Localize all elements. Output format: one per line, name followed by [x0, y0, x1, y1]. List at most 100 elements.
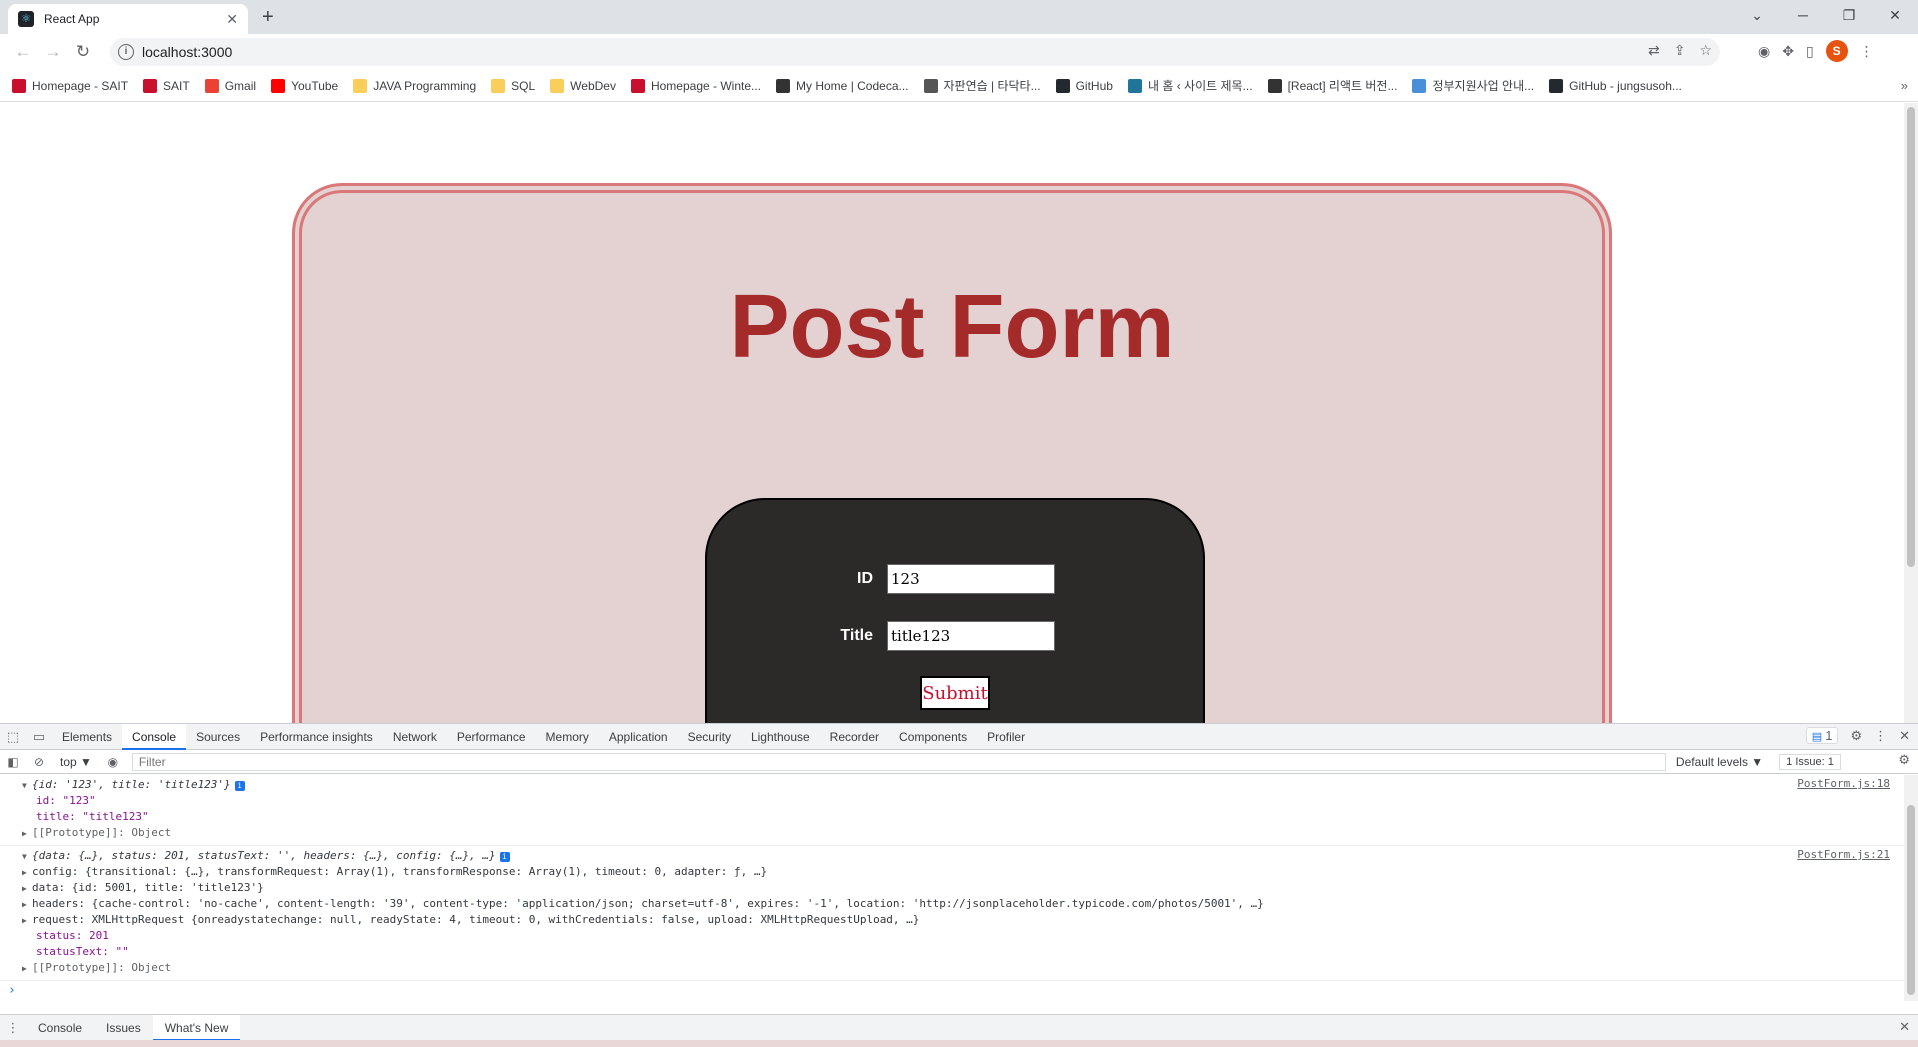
address-bar[interactable]: i localhost:3000 ⇄ ⇪ ☆ — [110, 38, 1720, 66]
clear-console-icon[interactable]: ⊘ — [26, 755, 52, 769]
expand-triangle-icon[interactable]: ▼ — [22, 778, 32, 794]
drawer-tab-console[interactable]: Console — [26, 1015, 94, 1041]
collapsed-triangle-icon[interactable]: ▶ — [22, 897, 32, 913]
back-icon[interactable]: ← — [8, 42, 38, 62]
console-scrollbar-thumb[interactable] — [1907, 805, 1915, 995]
page-scrollbar-thumb[interactable] — [1907, 107, 1915, 567]
sidebar-toggle-icon[interactable]: ◧ — [0, 755, 26, 769]
devtools-tab-recorder[interactable]: Recorder — [820, 724, 889, 750]
log-property[interactable]: ▶ [[Prototype]]: Object — [22, 825, 1904, 841]
bookmark-item[interactable]: WebDev — [550, 78, 616, 93]
log-property[interactable]: ▶ data: {id: 5001, title: 'title123'} — [22, 880, 1904, 896]
inspect-element-icon[interactable]: ⬚ — [0, 729, 26, 745]
console-settings-icon[interactable]: ⚙ — [1898, 752, 1910, 768]
site-info-icon[interactable]: i — [118, 44, 134, 60]
forward-icon[interactable]: → — [38, 42, 68, 62]
collapsed-triangle-icon[interactable]: ▶ — [22, 913, 32, 929]
devtools-tab-security[interactable]: Security — [678, 724, 741, 750]
devtools-tab-sources[interactable]: Sources — [186, 724, 250, 750]
id-input[interactable] — [887, 564, 1055, 594]
devtools-tabs: ⬚ ▭ Elements Console Sources Performance in… — [0, 723, 1918, 750]
bookmark-item[interactable]: 자판연습 | 타닥타... — [923, 77, 1041, 94]
close-devtools-icon[interactable]: ✕ — [1899, 728, 1910, 744]
collapsed-triangle-icon[interactable]: ▶ — [22, 881, 32, 897]
devtools-tab-performance-insights[interactable]: Performance insights — [250, 724, 383, 750]
bookmark-item[interactable]: Homepage - Winte... — [630, 78, 761, 93]
log-property[interactable]: ▶ [[Prototype]]: Object — [22, 960, 1904, 976]
tab-search-icon[interactable]: ⌄ — [1734, 0, 1780, 30]
url-text[interactable]: localhost:3000 — [142, 44, 232, 60]
log-source-link[interactable]: PostForm.js:21 — [1797, 848, 1890, 861]
side-panel-icon[interactable]: ▯ — [1806, 43, 1814, 60]
message-count-badge[interactable]: ▤ 1 — [1805, 727, 1839, 744]
context-selector[interactable]: top ▼ — [60, 755, 92, 769]
devtools-tab-console[interactable]: Console — [122, 723, 187, 750]
drawer-tab-what-s-new[interactable]: What's New — [152, 1014, 241, 1041]
bookmark-item[interactable]: SQL — [491, 78, 535, 93]
devtools-tab-application[interactable]: Application — [599, 724, 678, 750]
close-window-button[interactable]: ✕ — [1872, 0, 1918, 30]
console-filter-input[interactable] — [131, 752, 1666, 771]
youtube-icon — [271, 78, 286, 93]
minimize-button[interactable]: ─ — [1780, 0, 1826, 30]
close-tab-icon[interactable]: ✕ — [226, 11, 238, 28]
translate-icon[interactable]: ⇄ — [1648, 42, 1660, 59]
title-input[interactable] — [887, 621, 1055, 651]
devtools-menu-icon[interactable]: ⋮ — [1874, 728, 1887, 744]
close-drawer-icon[interactable]: ✕ — [1899, 1019, 1910, 1035]
collapsed-triangle-icon[interactable]: ▶ — [22, 865, 32, 881]
restore-button[interactable]: ❐ — [1826, 0, 1872, 30]
reload-icon[interactable]: ↻ — [68, 42, 98, 62]
devtools-actions: ▤ 1 ⚙ ⋮ ✕ — [1805, 727, 1910, 744]
bookmark-star-icon[interactable]: ☆ — [1699, 42, 1712, 59]
new-tab-button[interactable]: + — [262, 6, 274, 29]
log-source-link[interactable]: PostForm.js:18 — [1797, 777, 1890, 790]
live-expression-eye-icon[interactable]: ◉ — [100, 755, 126, 769]
console-scrollbar[interactable] — [1904, 775, 1918, 1001]
bookmark-item[interactable]: 내 홈 ‹ 사이트 제목... — [1127, 77, 1253, 94]
collapsed-triangle-icon[interactable]: ▶ — [22, 826, 32, 842]
devtools-tab-performance[interactable]: Performance — [447, 724, 536, 750]
extensions-icon[interactable]: ✥ — [1782, 43, 1794, 60]
log-levels-dropdown[interactable]: Default levels ▼ — [1676, 755, 1763, 769]
bookmark-item[interactable]: JAVA Programming — [353, 78, 476, 93]
log-property-text: [[Prototype]]: Object — [32, 826, 172, 839]
log-property[interactable]: ▶ headers: {cache-control: 'no-cache', co… — [22, 896, 1904, 912]
drawer-menu-icon[interactable]: ⋮ — [0, 1020, 26, 1036]
log-summary[interactable]: ▼ {data: {…}, status: 201, statusText: ''… — [22, 848, 1904, 864]
devtools-tab-elements[interactable]: Elements — [52, 724, 122, 750]
share-icon[interactable]: ⇪ — [1674, 42, 1686, 59]
devtools-tab-components[interactable]: Components — [889, 724, 977, 750]
bookmark-item[interactable]: 정부지원사업 안내... — [1412, 77, 1534, 94]
console-prompt[interactable]: › — [0, 981, 1904, 1001]
issues-button[interactable]: 1 Issue: 1 — [1779, 753, 1841, 770]
page-scrollbar[interactable] — [1904, 103, 1918, 723]
profile-avatar[interactable]: S — [1825, 40, 1848, 62]
camera-icon[interactable]: ◉ — [1758, 43, 1770, 60]
bookmark-item[interactable]: [React] 리액트 버전... — [1267, 77, 1397, 94]
menu-kebab-icon[interactable]: ⋮ — [1860, 43, 1874, 60]
drawer-tab-issues[interactable]: Issues — [94, 1015, 153, 1041]
bookmark-item[interactable]: My Home | Codeca... — [776, 78, 909, 93]
devtools-tab-memory[interactable]: Memory — [536, 724, 599, 750]
expand-triangle-icon[interactable]: ▼ — [22, 849, 32, 865]
log-property[interactable]: ▶ config: {transitional: {…}, transformRe… — [22, 864, 1904, 880]
bookmark-item[interactable]: YouTube — [271, 78, 338, 93]
devtools-tab-lighthouse[interactable]: Lighthouse — [741, 724, 820, 750]
submit-button[interactable]: Submit — [920, 676, 990, 710]
log-property[interactable]: ▶ request: XMLHttpRequest {onreadystatech… — [22, 912, 1904, 928]
bookmark-item[interactable]: SAIT — [143, 78, 190, 93]
bookmark-item[interactable]: GitHub - jungsusoh... — [1549, 78, 1682, 93]
log-summary[interactable]: ▼ {id: '123', title: 'title123'} i — [22, 777, 1904, 793]
settings-gear-icon[interactable]: ⚙ — [1850, 728, 1862, 744]
browser-toolbar: ← → ↻ i localhost:3000 ⇄ ⇪ ☆ ◉ ✥ ▯ S ⋮ — [0, 34, 1918, 70]
more-bookmarks-icon[interactable]: » — [1901, 78, 1908, 93]
collapsed-triangle-icon[interactable]: ▶ — [22, 961, 32, 977]
devtools-tab-network[interactable]: Network — [383, 724, 447, 750]
bookmark-item[interactable]: Homepage - SAIT — [12, 78, 128, 93]
browser-tab[interactable]: ⚛ React App ✕ — [8, 4, 248, 34]
bookmark-item[interactable]: GitHub — [1055, 78, 1113, 93]
bookmark-item[interactable]: Gmail — [204, 78, 256, 93]
device-toolbar-icon[interactable]: ▭ — [26, 729, 52, 745]
devtools-tab-profiler[interactable]: Profiler — [977, 724, 1035, 750]
